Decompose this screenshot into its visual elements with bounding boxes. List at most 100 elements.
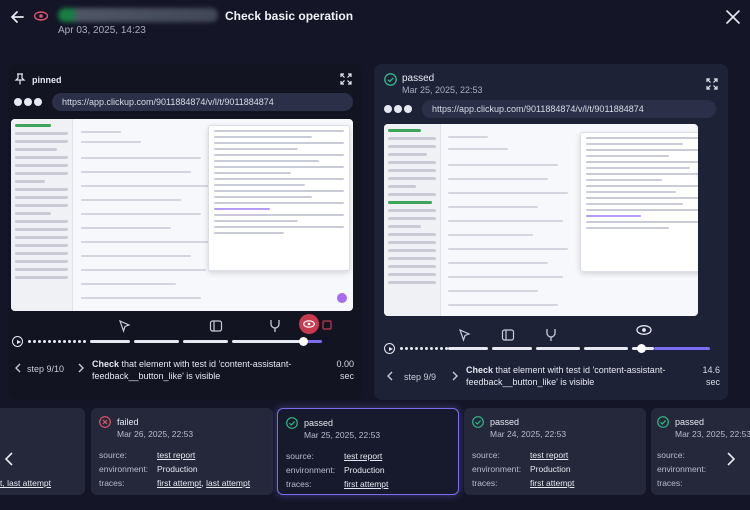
play-icon[interactable] — [384, 343, 395, 354]
timeline-segment[interactable] — [584, 347, 628, 350]
timeline-dot[interactable] — [420, 347, 423, 350]
expand-icon[interactable] — [706, 78, 718, 90]
timeline-dot[interactable] — [425, 347, 428, 350]
carousel-prev-icon[interactable] — [4, 452, 14, 466]
source-link[interactable]: test report — [157, 450, 195, 460]
run-status: failed — [117, 417, 139, 427]
source-label: source: — [286, 451, 314, 461]
expand-icon[interactable] — [340, 73, 352, 85]
cursor-icon[interactable] — [118, 319, 132, 333]
timeline-dot[interactable] — [415, 347, 418, 350]
chevron-left-icon[interactable] — [386, 371, 394, 381]
header-date: Apr 03, 2025, 14:23 — [58, 25, 146, 36]
play-icon[interactable] — [12, 336, 23, 347]
step-timeline[interactable] — [384, 343, 720, 355]
step-actions-toolbar — [374, 322, 728, 342]
branch-icon[interactable] — [544, 328, 558, 342]
eye-icon — [34, 11, 48, 21]
timeline-dot[interactable] — [68, 340, 71, 343]
timeline-dot[interactable] — [63, 340, 66, 343]
chevron-left-icon[interactable] — [14, 363, 22, 373]
passed-check-icon — [472, 416, 484, 428]
close-icon[interactable] — [726, 10, 740, 24]
carousel-next-icon[interactable] — [726, 452, 736, 466]
timeline-dot[interactable] — [440, 347, 443, 350]
timeline-segment[interactable] — [654, 347, 710, 350]
timeline-dot[interactable] — [43, 340, 46, 343]
step-timeline[interactable] — [12, 336, 352, 348]
pinned-run-panel: pinned https://app.clickup.com/901188487… — [8, 64, 362, 400]
timeline-dot[interactable] — [400, 347, 403, 350]
timeline-dot[interactable] — [73, 340, 76, 343]
timeline-segment[interactable] — [536, 347, 580, 350]
source-label: source: — [99, 450, 127, 460]
timeline-dot[interactable] — [83, 340, 86, 343]
traces-label: traces: — [472, 478, 498, 488]
timeline-dot[interactable] — [435, 347, 438, 350]
traces-label: traces: — [657, 478, 683, 488]
timeline-knob[interactable] — [637, 344, 646, 353]
timeline-segment[interactable] — [90, 340, 130, 343]
timeline-dot[interactable] — [38, 340, 41, 343]
timeline-dot[interactable] — [28, 340, 31, 343]
source-link[interactable]: test report — [530, 450, 568, 460]
step-screenshot — [384, 124, 698, 316]
trace-links[interactable]: t, last attempt — [0, 478, 51, 488]
environment-value: Production — [344, 465, 385, 475]
timeline-segment[interactable] — [183, 340, 228, 343]
cursor-icon[interactable] — [458, 328, 472, 342]
browser-url-bar: https://app.clickup.com/9011884874/v/l/t… — [14, 93, 354, 111]
passed-check-icon — [657, 416, 669, 428]
timeline-dot[interactable] — [78, 340, 81, 343]
source-label: source: — [657, 450, 685, 460]
url-field: https://app.clickup.com/9011884874/v/l/t… — [52, 93, 353, 111]
environment-label: environment: — [472, 464, 522, 474]
run-card[interactable]: failed Mar 26, 2025, 22:53 source: test … — [91, 408, 273, 495]
timeline-segment[interactable] — [134, 340, 179, 343]
timeline-dot[interactable] — [430, 347, 433, 350]
chevron-right-icon[interactable] — [451, 371, 459, 381]
panel-icon[interactable] — [209, 319, 223, 333]
run-date: Mar 26, 2025, 22:53 — [117, 429, 194, 439]
run-card[interactable]: passed Mar 24, 2025, 22:53 source: test … — [464, 408, 646, 495]
branch-icon[interactable] — [268, 319, 282, 333]
timeline-segment[interactable] — [448, 347, 488, 350]
run-date: Mar 25, 2025, 22:53 — [402, 85, 483, 95]
timeline-dot[interactable] — [410, 347, 413, 350]
run-date: Mar 24, 2025, 22:53 — [490, 429, 567, 439]
blurred-project-name — [58, 8, 218, 22]
window-dots — [384, 105, 412, 113]
eye-icon — [303, 320, 315, 328]
compared-run-panel: passed Mar 25, 2025, 22:53 https://app.c… — [374, 64, 728, 400]
run-date: Mar 25, 2025, 22:53 — [304, 430, 381, 440]
trace-links[interactable]: first attempt, last attempt — [157, 478, 250, 488]
back-arrow-icon[interactable] — [8, 8, 26, 26]
passed-check-icon — [286, 417, 298, 429]
run-status: passed — [402, 73, 435, 84]
run-card-selected[interactable]: passed Mar 25, 2025, 22:53 source: test … — [277, 408, 459, 495]
environment-label: environment: — [99, 464, 149, 474]
traces-label: traces: — [99, 478, 125, 488]
step-counter: step 9/9 — [404, 372, 437, 382]
timeline-dot[interactable] — [405, 347, 408, 350]
timeline-dot[interactable] — [58, 340, 61, 343]
timeline-segment[interactable] — [492, 347, 532, 350]
timeline-knob[interactable] — [299, 337, 308, 346]
timeline-dot[interactable] — [33, 340, 36, 343]
chevron-right-icon[interactable] — [77, 363, 85, 373]
pin-icon[interactable] — [14, 73, 26, 85]
environment-label: environment: — [657, 464, 707, 474]
pinned-label: pinned — [32, 75, 62, 85]
timeline-segment[interactable] — [232, 340, 302, 343]
source-link[interactable]: test report — [344, 451, 382, 461]
eye-icon[interactable] — [636, 324, 652, 336]
runs-carousel: t, last attempt failed Mar 26, 2025, 22:… — [0, 408, 750, 500]
trace-links[interactable]: first attempt — [344, 479, 388, 489]
trace-links[interactable]: first attempt — [530, 478, 574, 488]
panel-icon[interactable] — [501, 328, 515, 342]
layout-icon[interactable] — [322, 320, 332, 330]
timeline-dot[interactable] — [53, 340, 56, 343]
run-date: Mar 23, 2025, 22:53 — [675, 429, 750, 439]
record-eye-button[interactable] — [299, 314, 319, 334]
timeline-dot[interactable] — [48, 340, 51, 343]
